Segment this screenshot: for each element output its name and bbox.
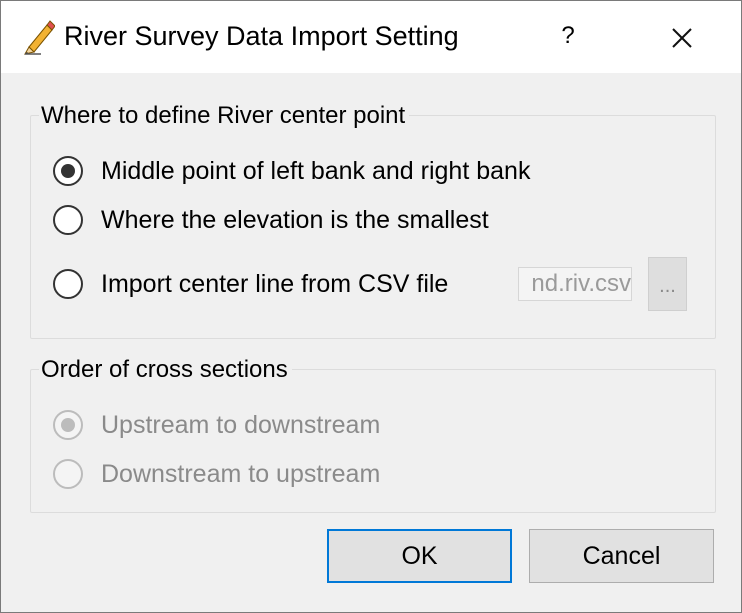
radio-label: Where the elevation is the smallest [101, 205, 489, 234]
radio-button[interactable] [53, 459, 83, 489]
pencil-icon [21, 17, 56, 55]
radio-upstream-to-downstream[interactable]: Upstream to downstream [53, 407, 380, 443]
window-title: River Survey Data Import Setting [64, 21, 459, 51]
radio-downstream-to-upstream[interactable]: Downstream to upstream [53, 456, 380, 492]
radio-label: Import center line from CSV file [101, 269, 449, 298]
title-bar[interactable]: River Survey Data Import Setting ? [1, 1, 741, 73]
radio-label: Middle point of left bank and right bank [101, 156, 531, 185]
radio-label: Upstream to downstream [101, 410, 381, 439]
radio-button[interactable] [53, 156, 83, 186]
close-icon[interactable] [665, 21, 699, 55]
cancel-button[interactable]: Cancel [529, 529, 714, 583]
radio-import-csv[interactable]: Import center line from CSV file [53, 266, 448, 302]
radio-button[interactable] [53, 269, 83, 299]
help-button[interactable]: ? [553, 19, 583, 53]
dialog-window: River Survey Data Import Setting ? Where… [0, 0, 742, 613]
radio-button[interactable] [53, 410, 83, 440]
browse-button[interactable]: ... [648, 257, 687, 311]
order-group-title: Order of cross sections [39, 356, 292, 384]
ok-button[interactable]: OK [327, 529, 512, 583]
csv-file-value: nd.riv.csv [531, 270, 631, 297]
csv-file-field[interactable]: nd.riv.csv [518, 267, 632, 301]
radio-smallest-elevation[interactable]: Where the elevation is the smallest [53, 202, 489, 238]
radio-button[interactable] [53, 205, 83, 235]
radio-label: Downstream to upstream [101, 459, 381, 488]
radio-middle-point[interactable]: Middle point of left bank and right bank [53, 153, 530, 189]
center-point-group-title: Where to define River center point [39, 102, 410, 130]
